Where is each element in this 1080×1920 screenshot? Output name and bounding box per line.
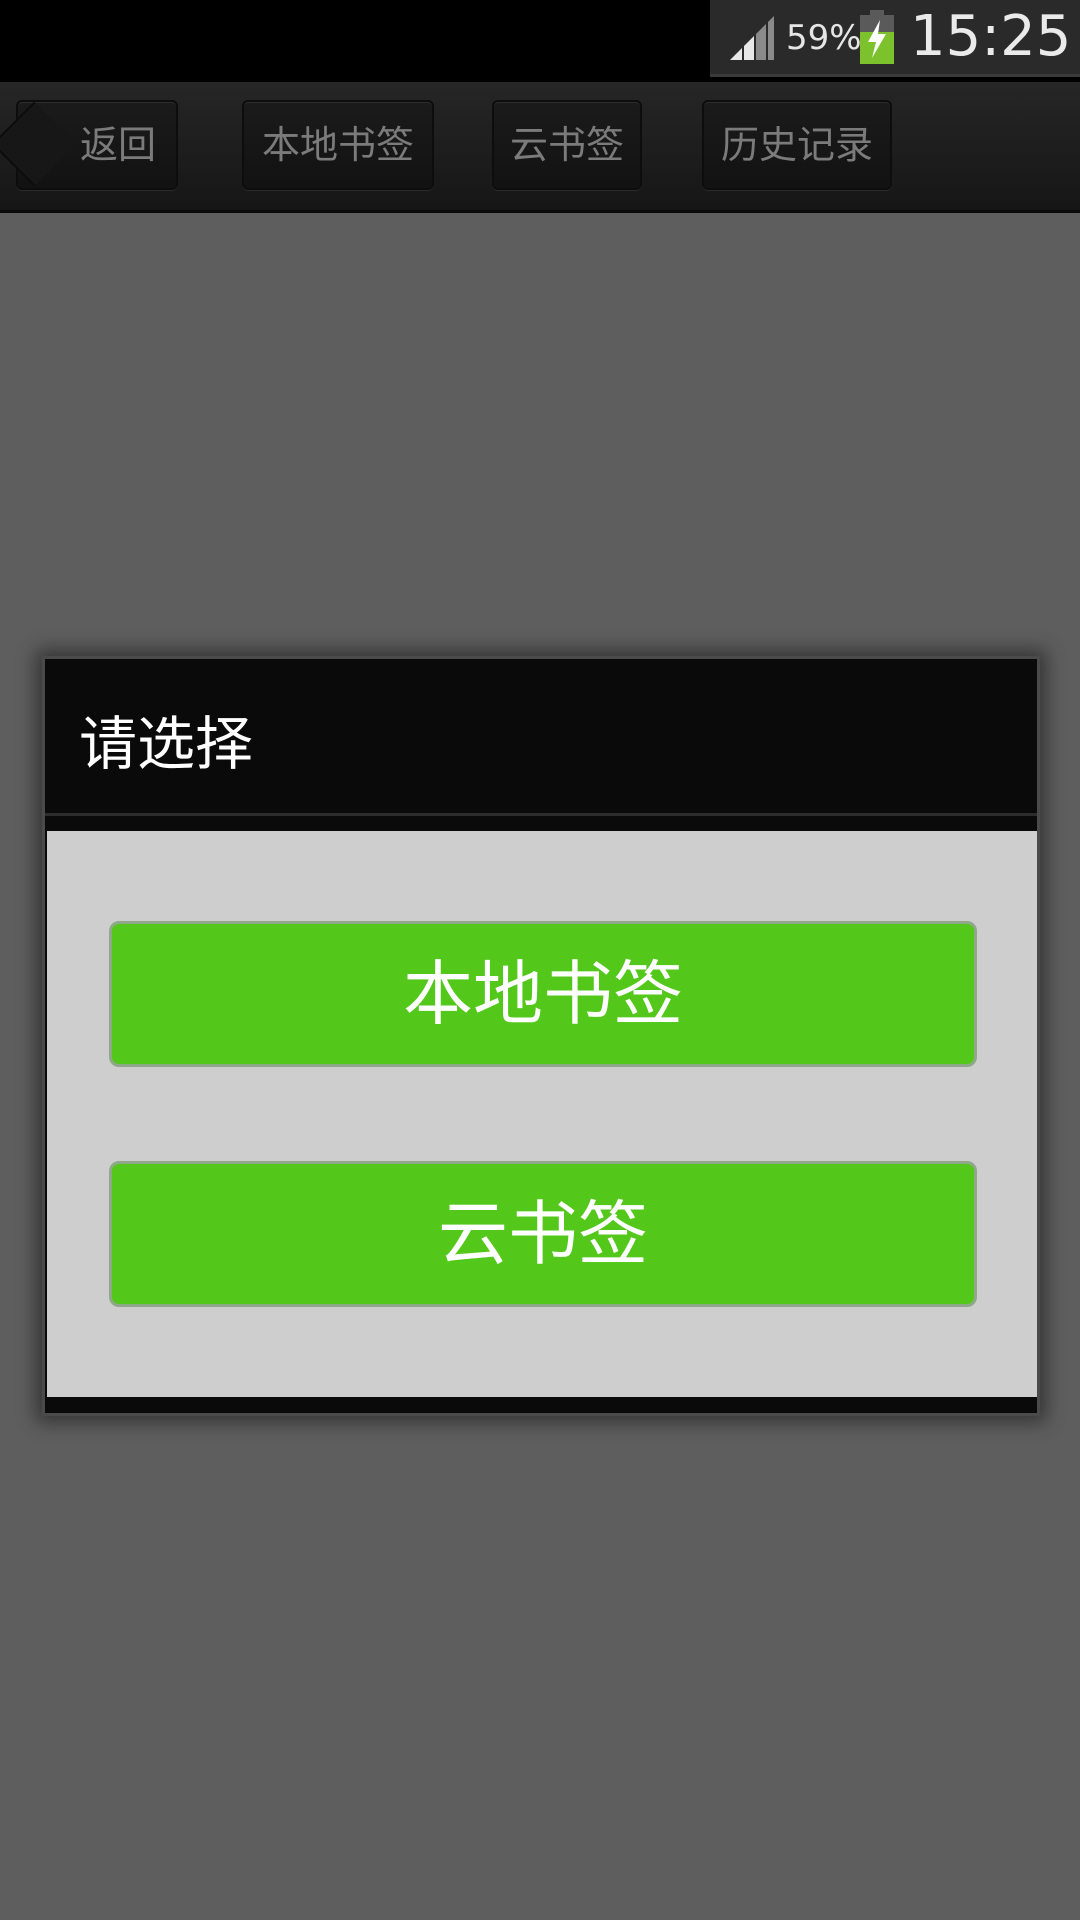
dialog-title: 请选择	[79, 710, 254, 778]
signal-icon	[730, 16, 774, 60]
cloud-bookmarks-button[interactable]: 云书签	[109, 1161, 977, 1307]
dialog-body: 本地书签 云书签	[47, 831, 1037, 1397]
status-tray: 59% 15:25	[710, 0, 1080, 77]
choose-dialog: 请选择 本地书签 云书签	[42, 656, 1040, 1416]
back-button[interactable]: 返回	[0, 100, 178, 190]
dialog-divider	[45, 813, 1037, 816]
history-tab[interactable]: 历史记录	[702, 100, 892, 190]
battery-percent: 59%	[786, 18, 862, 58]
clock: 15:25	[910, 4, 1072, 69]
battery-charging-icon	[860, 10, 894, 64]
back-button-label: 返回	[79, 123, 156, 167]
status-bar: 59% 15:25	[0, 0, 1080, 82]
local-bookmarks-tab[interactable]: 本地书签	[242, 100, 434, 190]
local-bookmarks-button[interactable]: 本地书签	[109, 921, 977, 1067]
cloud-bookmarks-tab[interactable]: 云书签	[492, 100, 642, 190]
top-toolbar: 返回 本地书签 云书签 历史记录	[0, 82, 1080, 213]
